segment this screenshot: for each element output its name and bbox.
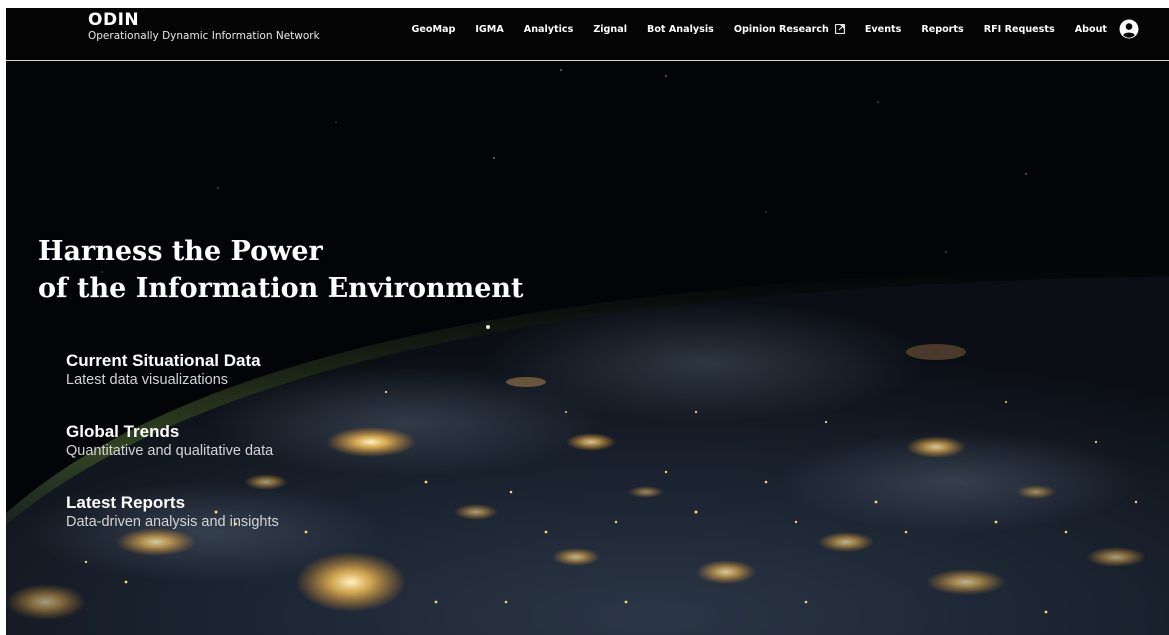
nav-label: Opinion Research [733,23,829,35]
main-nav: GeoMap IGMA Analytics Zignal Bot Analysi… [391,22,1107,36]
feature-current-situational-data[interactable]: Current Situational Data Latest data vis… [66,351,261,389]
nav-opinion-research[interactable]: Opinion Research [734,24,845,35]
hero-headline-line2: of the Information Environment [38,273,524,304]
hero-section: Harness the Power of the Information Env… [6,62,1169,635]
brand-subtitle: Operationally Dynamic Information Networ… [88,30,320,42]
nav-label: GeoMap [411,23,456,35]
nav-analytics[interactable]: Analytics [524,24,574,35]
feature-global-trends[interactable]: Global Trends Quantitative and qualitati… [66,422,273,460]
nav-zignal[interactable]: Zignal [593,24,627,35]
nav-label: Reports [921,23,964,35]
feature-title: Global Trends [66,422,180,441]
nav-reports[interactable]: Reports [921,24,963,35]
feature-description: Quantitative and qualitative data [66,443,274,459]
top-navbar: ODIN Operationally Dynamic Information N… [6,8,1169,61]
nav-about[interactable]: About [1075,24,1107,35]
nav-bot-analysis[interactable]: Bot Analysis [647,24,714,35]
brand-title: ODIN [88,10,140,30]
nav-events[interactable]: Events [865,24,901,35]
nav-label: Events [864,23,902,35]
external-link-icon [834,24,845,34]
nav-label: Zignal [593,23,628,35]
brand-logo[interactable]: ODIN Operationally Dynamic Information N… [88,11,320,43]
app-frame: ODIN Operationally Dynamic Information N… [6,8,1169,635]
hero-headline-line1: Harness the Power [38,236,323,267]
feature-description: Latest data visualizations [66,372,229,388]
feature-title: Current Situational Data [66,351,261,370]
nav-label: RFI Requests [983,23,1055,35]
earth-at-night-image [6,62,1169,635]
nav-rfi-requests[interactable]: RFI Requests [984,24,1055,35]
nav-label: Bot Analysis [647,23,714,35]
feature-latest-reports[interactable]: Latest Reports Data-driven analysis and … [66,493,279,531]
nav-label: Analytics [523,23,574,35]
user-circle-icon[interactable] [1119,19,1139,39]
feature-description: Data-driven analysis and insights [66,514,279,530]
feature-title: Latest Reports [66,493,186,512]
nav-label: About [1074,23,1107,35]
nav-geomap[interactable]: GeoMap [411,24,455,35]
nav-igma[interactable]: IGMA [475,24,503,35]
hero-headline: Harness the Power of the Information Env… [38,233,524,307]
nav-label: IGMA [475,23,504,35]
